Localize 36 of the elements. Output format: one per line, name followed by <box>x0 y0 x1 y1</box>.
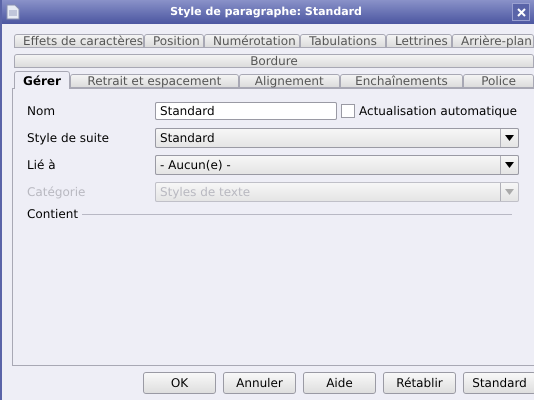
caret-icon <box>505 135 514 141</box>
tab[interactable]: Police <box>463 74 534 88</box>
tab[interactable]: Numérotation <box>204 34 300 48</box>
field-label: Nom <box>27 103 56 120</box>
tab[interactable]: Position <box>144 34 204 48</box>
tab[interactable]: Effets de caractères <box>14 34 144 48</box>
tab[interactable]: Enchaînements <box>340 74 464 88</box>
tab[interactable]: Alignement <box>238 74 340 88</box>
tab[interactable]: Lettrines <box>386 34 452 48</box>
dialog-button[interactable]: Rétablir <box>383 372 456 394</box>
tab[interactable]: Arrière-plan <box>452 34 534 48</box>
dropdown-value: - Aucun(e) - <box>159 157 232 174</box>
dropdown-value: Standard <box>159 130 216 147</box>
caret-icon <box>505 189 514 195</box>
tab[interactable]: Retrait et espacement <box>70 74 239 88</box>
tab[interactable]: Gérer <box>14 71 70 89</box>
dialog-button[interactable]: Annuler <box>223 372 296 394</box>
checkbox[interactable] <box>341 104 355 118</box>
window-title: Style de paragraphe: Standard <box>169 4 363 20</box>
checkbox-label: Actualisation automatique <box>359 103 518 120</box>
dialog-button[interactable]: Aide <box>303 372 376 394</box>
dialog-button[interactable]: Standard <box>463 372 534 394</box>
tab[interactable]: Tabulations <box>300 34 386 48</box>
section-heading: Contient <box>27 206 78 223</box>
close-icon <box>516 8 526 16</box>
field-label: Style de suite <box>27 130 110 147</box>
dropdown[interactable]: - Aucun(e) - <box>155 155 519 175</box>
tab[interactable]: Bordure <box>14 54 534 68</box>
dropdown-value: Styles de texte <box>159 184 252 201</box>
close-button[interactable] <box>512 3 530 21</box>
dropdown[interactable]: Standard <box>155 128 519 148</box>
document-icon <box>6 4 20 20</box>
field-label: Lié à <box>27 157 57 174</box>
name-field[interactable]: Standard <box>155 102 337 120</box>
dialog-button[interactable]: OK <box>143 372 216 394</box>
caret-icon <box>505 162 514 168</box>
